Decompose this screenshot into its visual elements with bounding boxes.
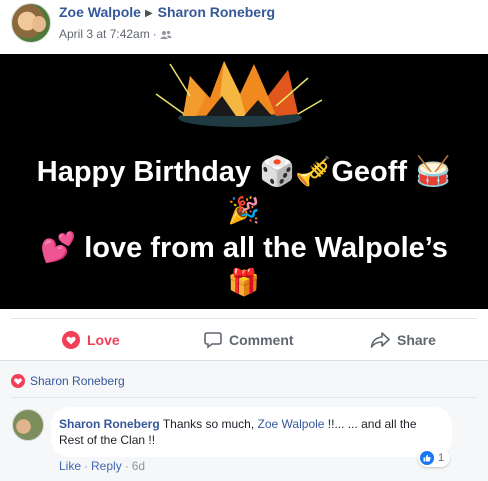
post-header: Zoe Walpole ▶ Sharon Roneberg April 3 at 7…	[0, 0, 488, 54]
comment-actions-separator: ·	[124, 459, 129, 473]
avatar-face	[32, 16, 46, 32]
comment-mention[interactable]: Zoe Walpole	[258, 417, 325, 431]
post-image[interactable]: Happy Birthday 🎲🎺Geoff 🥁 🎉 💕 love from a…	[0, 54, 488, 309]
crown-graphic	[155, 61, 323, 127]
love-label: Love	[87, 332, 120, 348]
comment-author[interactable]: Sharon Roneberg	[59, 417, 160, 431]
dice-icon: 🎲	[259, 154, 296, 188]
love-reaction-icon	[62, 331, 80, 349]
reactions-summary[interactable]: Sharon Roneberg	[11, 374, 125, 388]
comment-icon	[204, 332, 222, 349]
action-divider	[11, 318, 477, 319]
author-name-link[interactable]: Zoe Walpole	[59, 4, 141, 20]
like-count-value: 1	[438, 452, 445, 464]
comment-like-link[interactable]: Like	[59, 459, 81, 473]
love-button[interactable]: Love	[62, 328, 120, 352]
post-timestamp[interactable]: April 3 at 7:42am	[59, 27, 150, 41]
party-popper-icon: 🎉	[227, 196, 261, 226]
birthday-name: Geoff	[331, 156, 408, 188]
share-button[interactable]: Share	[370, 328, 436, 352]
commenter-avatar[interactable]	[12, 409, 44, 441]
share-icon	[370, 332, 390, 348]
love-badge-icon	[11, 374, 25, 388]
friends-icon[interactable]	[159, 30, 172, 40]
love-line: 💕 love from all the Walpole’s	[0, 230, 488, 265]
comment-reply-link[interactable]: Reply	[91, 459, 122, 473]
party-line: 🎉	[0, 195, 488, 226]
meta-separator: ·	[152, 27, 157, 41]
thumbs-up-icon	[420, 451, 434, 465]
reacted-by-name[interactable]: Sharon Roneberg	[30, 374, 125, 388]
share-label: Share	[397, 332, 436, 348]
comment-bubble: Sharon Roneberg Thanks so much, Zoe Walp…	[51, 407, 452, 457]
comment-age[interactable]: 6d	[132, 459, 145, 473]
comment-text-before: Thanks so much,	[162, 417, 255, 431]
birthday-line: Happy Birthday 🎲🎺Geoff 🥁	[0, 154, 488, 189]
love-message: love from all the Walpole’s	[84, 232, 448, 264]
reactions-divider	[11, 397, 477, 398]
trumpet-icon: 🎺	[295, 154, 332, 188]
birthday-greeting: Happy Birthday	[36, 156, 252, 188]
post-names: Zoe Walpole ▶ Sharon Roneberg	[59, 4, 275, 20]
post-meta: April 3 at 7:42am ·	[59, 27, 172, 41]
comment-actions: Like · Reply · 6d	[59, 459, 145, 473]
comment-button[interactable]: Comment	[204, 328, 294, 352]
comment-actions-separator: ·	[84, 459, 89, 473]
comments-section: Sharon Roneberg Sharon Roneberg Thanks s…	[0, 360, 488, 481]
gift-line: 🎁	[0, 267, 488, 298]
recipient-name-link[interactable]: Sharon Roneberg	[158, 4, 275, 20]
hearts-icon: 💕	[40, 230, 77, 264]
comment-like-count[interactable]: 1	[418, 449, 451, 467]
author-avatar[interactable]	[11, 3, 51, 43]
gift-icon: 🎁	[227, 268, 261, 298]
arrow-right-icon: ▶	[144, 8, 153, 19]
drum-icon: 🥁	[415, 154, 452, 188]
comment-label: Comment	[229, 332, 294, 348]
